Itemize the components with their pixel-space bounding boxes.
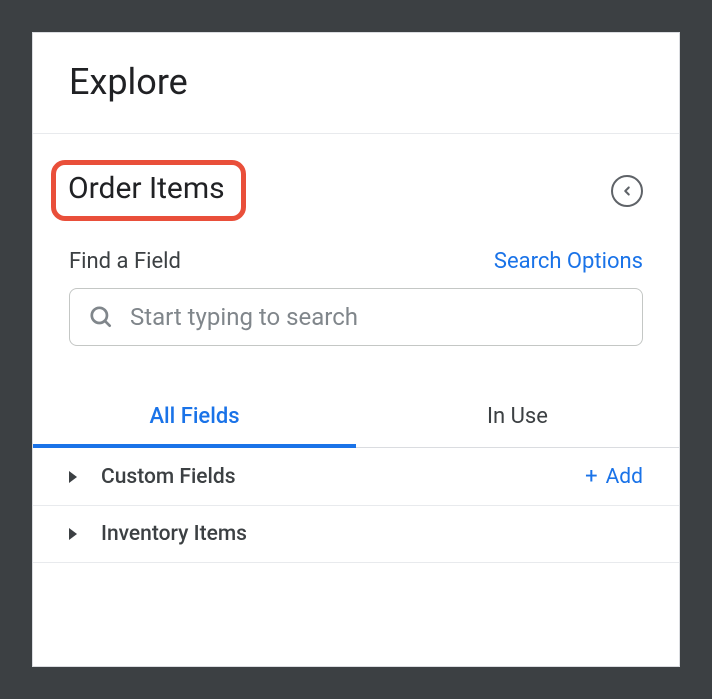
add-button[interactable]: + Add (585, 464, 643, 489)
field-list: Custom Fields + Add Inventory Items (33, 448, 679, 666)
section-title: Order Items (68, 171, 225, 206)
search-box[interactable] (69, 288, 643, 346)
section-subheader: Order Items Find a Field Search Options (33, 134, 679, 346)
search-labels-row: Find a Field Search Options (61, 249, 651, 288)
field-row-custom-fields[interactable]: Custom Fields + Add (33, 448, 679, 506)
highlight-box: Order Items (51, 160, 246, 221)
search-icon (88, 304, 114, 330)
caret-right-icon (69, 528, 77, 540)
chevron-left-icon (620, 184, 634, 198)
add-label: Add (606, 465, 643, 489)
plus-icon: + (585, 464, 597, 489)
field-label: Inventory Items (101, 522, 643, 546)
tab-all-fields[interactable]: All Fields (33, 386, 356, 447)
explore-panel: Explore Order Items Find a Field Search … (32, 32, 680, 667)
search-options-link[interactable]: Search Options (494, 249, 643, 274)
section-title-row: Order Items (61, 160, 651, 221)
search-input[interactable] (130, 303, 624, 331)
field-row-inventory-items[interactable]: Inventory Items (33, 506, 679, 563)
caret-right-icon (69, 471, 77, 483)
collapse-button[interactable] (611, 175, 643, 207)
find-field-label: Find a Field (69, 249, 181, 274)
panel-title: Explore (69, 61, 643, 103)
field-label: Custom Fields (101, 465, 585, 489)
tab-in-use[interactable]: In Use (356, 386, 679, 447)
panel-header: Explore (33, 33, 679, 134)
tabs-row: All Fields In Use (33, 386, 679, 448)
